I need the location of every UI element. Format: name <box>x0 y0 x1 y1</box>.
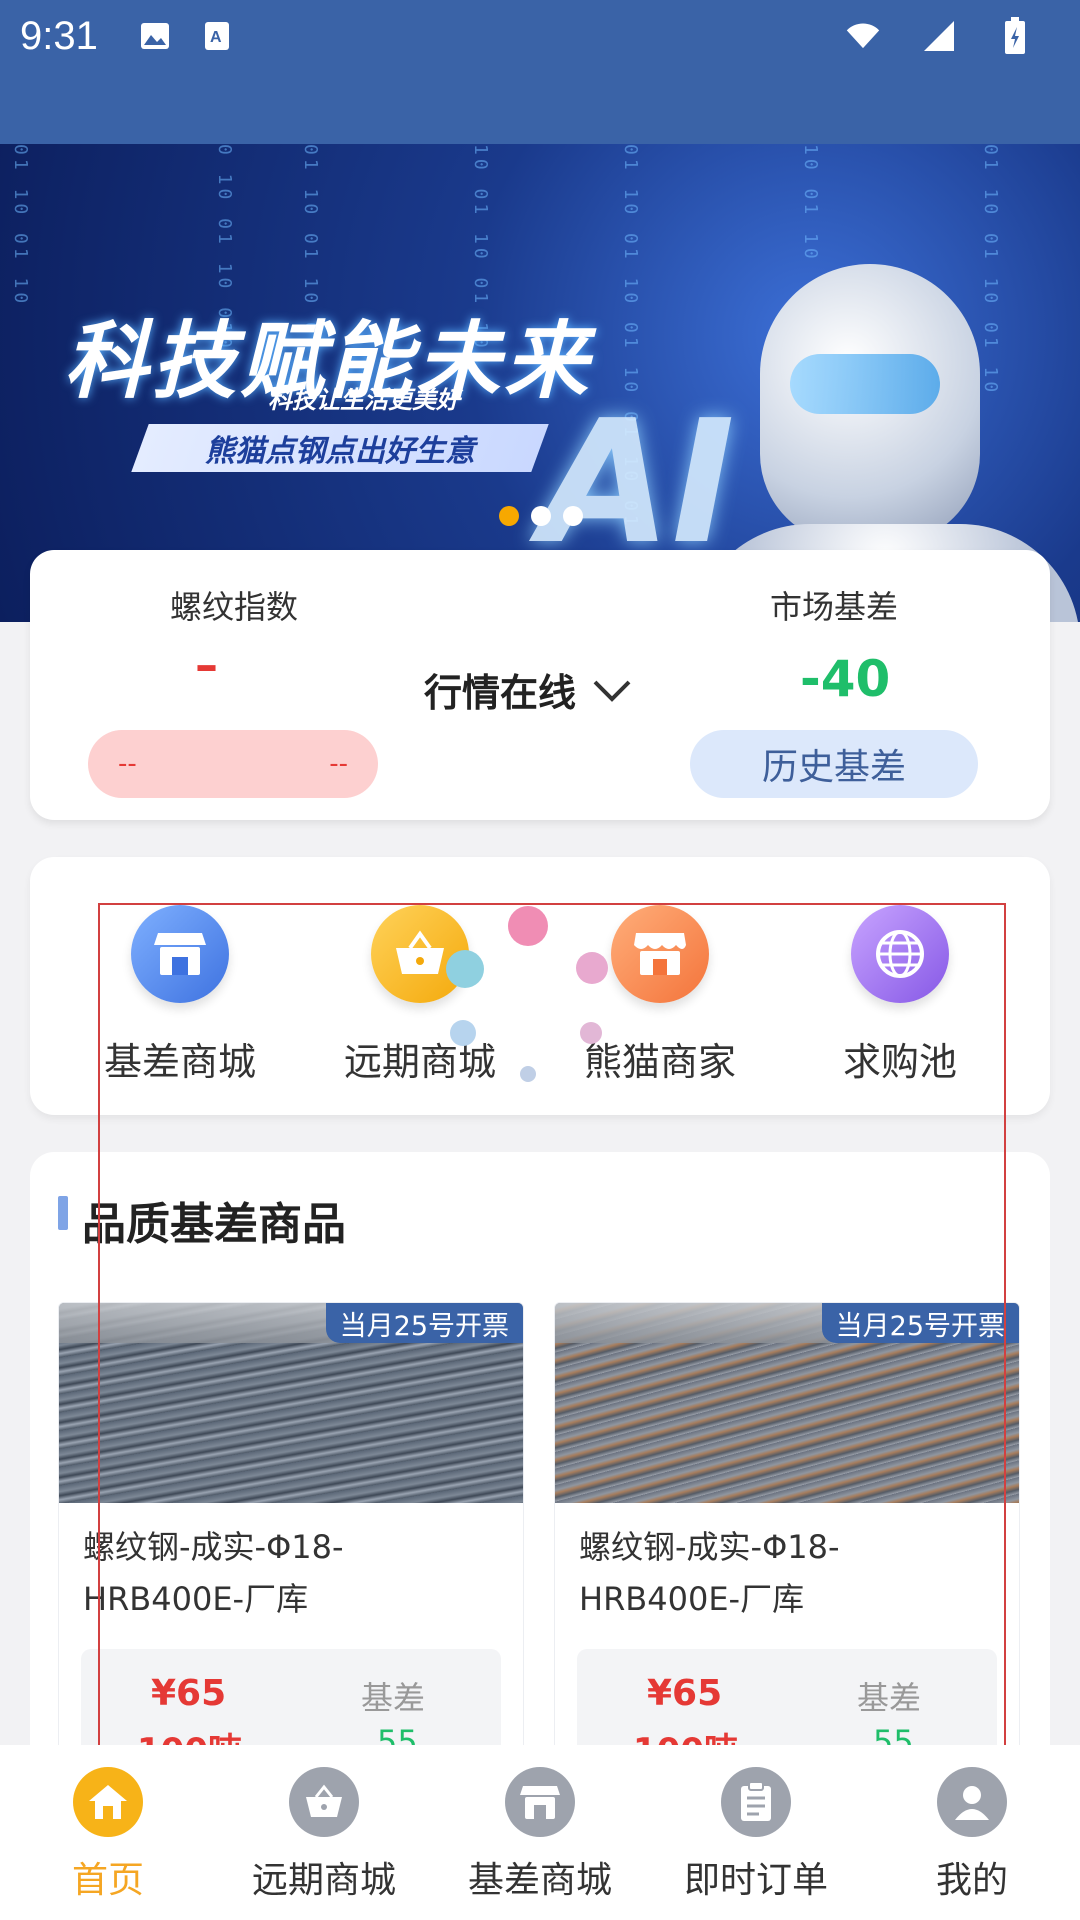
nav-panda-merchants[interactable]: 熊猫商家 <box>560 905 760 1086</box>
tab-label: 远期商城 <box>251 1860 396 1901</box>
product-name: 螺纹钢-成实-Φ18-HRB400E-厂库 <box>579 1528 840 1618</box>
user-icon <box>937 1767 1007 1837</box>
nav-label: 求购池 <box>842 1040 957 1084</box>
product-card[interactable]: 当月25号开票 螺纹钢-成实-Φ18-HRB400E-厂库 ¥65 基差 100… <box>554 1302 1020 1762</box>
product-price: ¥65 <box>647 1673 723 1714</box>
invoice-tag: 当月25号开票 <box>821 1303 1019 1343</box>
carousel-dot[interactable] <box>499 506 519 526</box>
decorative-bubble <box>446 950 484 988</box>
carousel-dot[interactable] <box>531 506 551 526</box>
tab-label: 即时订单 <box>683 1860 828 1901</box>
wifi-icon <box>846 19 880 53</box>
banner-tag-text: 熊猫点钢点出好生意 <box>205 434 475 469</box>
tab-label: 我的 <box>935 1860 1008 1901</box>
code-decoration: 10 01 10 <box>800 144 821 263</box>
robot-visor <box>790 354 940 414</box>
tab-label: 基差商城 <box>467 1860 612 1901</box>
banner-subtitle: 科技让生活更美好 <box>268 386 460 414</box>
market-basis-value: -40 <box>800 650 891 708</box>
nav-basis-mall[interactable]: 基差商城 <box>80 905 280 1086</box>
store-icon <box>505 1767 575 1837</box>
home-icon <box>73 1767 143 1837</box>
basis-label: 基差 <box>857 1679 922 1717</box>
product-card[interactable]: 当月25号开票 螺纹钢-成实-Φ18-HRB400E-厂库 ¥65 基差 100… <box>58 1302 524 1762</box>
decorative-bubble <box>450 1020 476 1046</box>
invoice-tag: 当月25号开票 <box>325 1303 523 1343</box>
decorative-bubble <box>508 906 548 946</box>
product-price: ¥65 <box>151 1673 227 1714</box>
globe-icon <box>851 905 949 1003</box>
section-title: 品质基差商品 <box>82 1199 346 1250</box>
index-change-a: -- <box>118 749 137 779</box>
product-image: 当月25号开票 <box>59 1303 523 1503</box>
app-bar <box>0 72 1080 144</box>
tab-home[interactable]: 首页 <box>0 1745 216 1920</box>
image-icon <box>138 19 172 53</box>
tab-basis-mall[interactable]: 基差商城 <box>432 1745 648 1920</box>
status-bar: 9:31 A <box>0 0 1080 72</box>
code-decoration: 01 10 01 10 01 10 <box>980 144 1001 397</box>
signal-icon <box>922 19 956 53</box>
store-icon <box>131 905 229 1003</box>
tab-profile[interactable]: 我的 <box>864 1745 1080 1920</box>
product-name: 螺纹钢-成实-Φ18-HRB400E-厂库 <box>83 1528 344 1618</box>
basis-label: 基差 <box>361 1679 426 1717</box>
decorative-bubble <box>520 1066 536 1082</box>
svg-text:A: A <box>210 29 222 46</box>
decorative-bubble <box>576 952 608 984</box>
rebar-index-change-pill: -- -- <box>88 730 378 798</box>
index-change-b: -- <box>329 749 348 779</box>
status-time: 9:31 <box>20 13 98 58</box>
decorative-bubble <box>580 1022 602 1044</box>
clipboard-icon <box>721 1767 791 1837</box>
nav-purchase-pool[interactable]: 求购池 <box>800 905 1000 1086</box>
tab-forward-mall[interactable]: 远期商城 <box>216 1745 432 1920</box>
rebar-index-value: – <box>195 638 218 692</box>
nav-forward-mall[interactable]: 远期商城 <box>320 905 520 1086</box>
section-accent-bar <box>58 1196 68 1230</box>
tab-label: 首页 <box>71 1860 144 1901</box>
carousel-indicator <box>499 506 583 526</box>
chevron-down-icon <box>592 668 632 712</box>
shop-icon <box>611 905 709 1003</box>
market-basis-label: 市场基差 <box>770 588 899 626</box>
nav-label: 熊猫商家 <box>583 1040 736 1084</box>
history-basis-button[interactable]: 历史基差 <box>690 730 978 798</box>
rebar-index-label: 螺纹指数 <box>170 588 299 626</box>
tab-instant-orders[interactable]: 即时订单 <box>648 1745 864 1920</box>
market-online-dropdown[interactable]: 行情在线 <box>424 662 632 717</box>
basket-icon <box>289 1767 359 1837</box>
nav-label: 基差商城 <box>103 1040 256 1084</box>
code-decoration: 01 10 01 10 <box>10 144 31 308</box>
carousel-dot[interactable] <box>563 506 583 526</box>
banner-tag: 熊猫点钢点出好生意 <box>131 424 549 472</box>
text-a-icon: A <box>200 19 234 53</box>
bottom-tab-bar: 首页 远期商城 基差商城 即时订单 我的 <box>0 1745 1080 1920</box>
product-image: 当月25号开票 <box>555 1303 1019 1503</box>
market-online-label: 行情在线 <box>424 671 577 715</box>
battery-icon <box>998 17 1032 54</box>
